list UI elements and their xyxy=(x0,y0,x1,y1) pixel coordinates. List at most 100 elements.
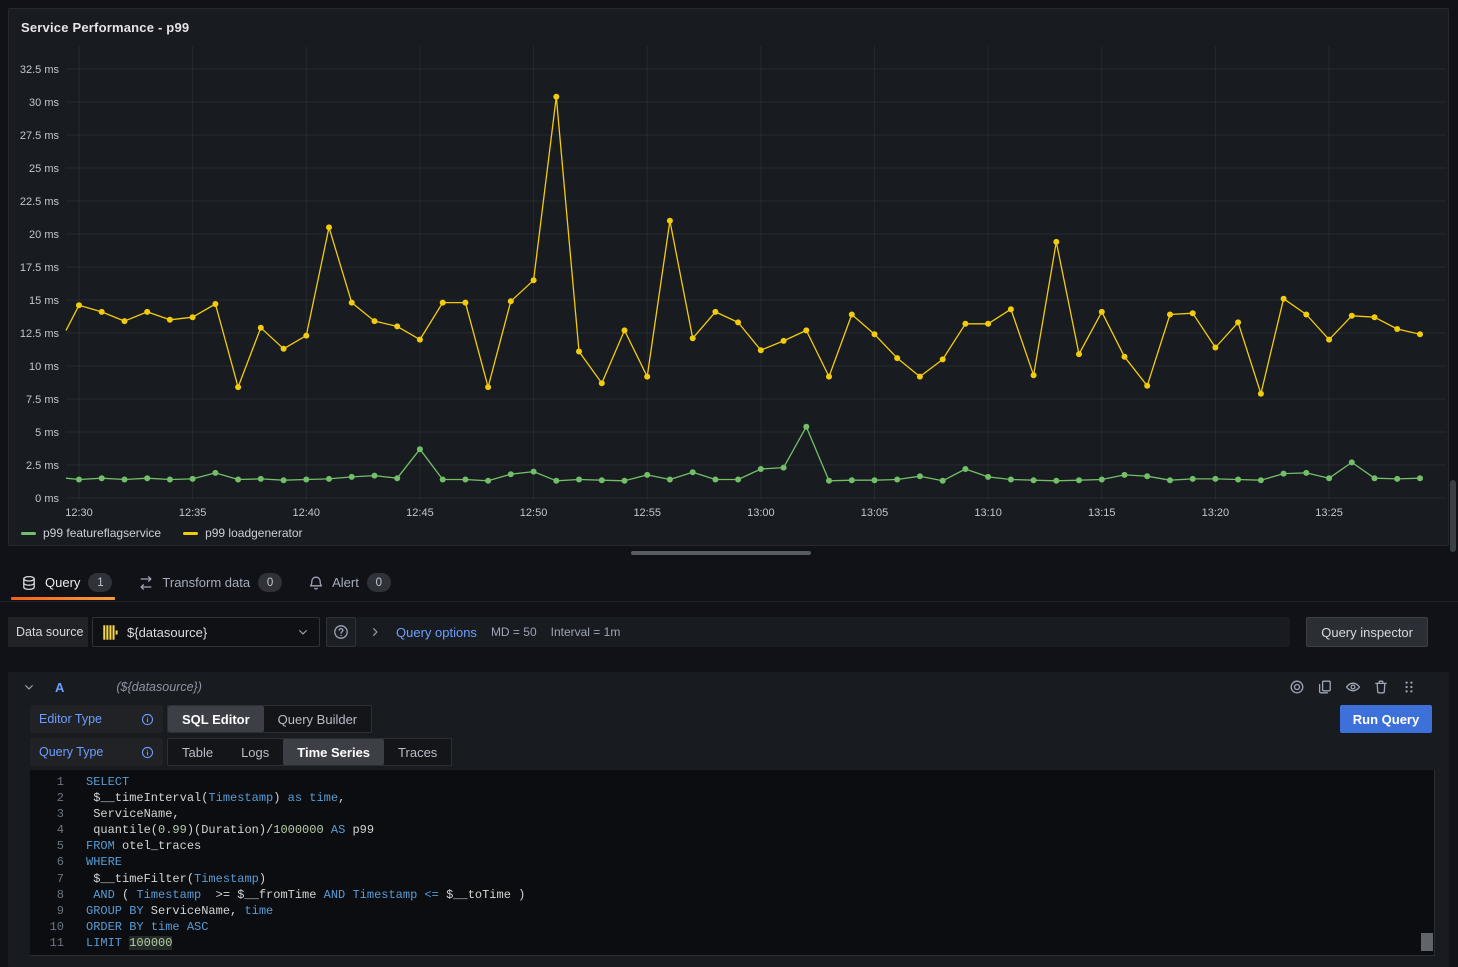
query-type-option-time-series[interactable]: Time Series xyxy=(283,739,384,765)
datasource-help-button[interactable] xyxy=(326,617,356,647)
line-number: 2 xyxy=(30,790,64,806)
query-type-option-traces[interactable]: Traces xyxy=(384,739,451,765)
trash-icon[interactable] xyxy=(1373,679,1389,695)
datasource-picker[interactable]: ${datasource} xyxy=(92,617,320,647)
query-type-chip: Query Type xyxy=(30,738,163,766)
legend-item-p99-featureflagservice[interactable]: p99 featureflagservice xyxy=(21,526,161,540)
tab-transform-data[interactable]: Transform data 0 xyxy=(125,564,295,601)
sql-line: 3 ServiceName, xyxy=(30,806,1434,822)
legend-item-p99-loadgenerator[interactable]: p99 loadgenerator xyxy=(183,526,302,540)
query-options-md: MD = 50 xyxy=(491,625,537,639)
datasource-toolbar: Data source ${datasource} Query options … xyxy=(8,617,1450,647)
legend-series-swatch xyxy=(183,532,198,535)
tab-bar-divider xyxy=(0,601,1458,602)
query-actions xyxy=(1289,679,1417,695)
svg-text:12.5 ms: 12.5 ms xyxy=(20,328,60,340)
svg-text:30 ms: 30 ms xyxy=(29,97,59,109)
svg-text:13:05: 13:05 xyxy=(861,507,889,519)
svg-text:0 ms: 0 ms xyxy=(35,493,59,505)
info-circle-icon[interactable] xyxy=(141,713,154,726)
svg-text:12:45: 12:45 xyxy=(406,507,434,519)
svg-text:27.5 ms: 27.5 ms xyxy=(20,130,60,142)
sql-code-editor[interactable]: 1SELECT2 $__timeInterval(Timestamp) as t… xyxy=(30,770,1435,956)
help-circle-icon xyxy=(333,624,349,640)
query-type-option-logs[interactable]: Logs xyxy=(227,739,283,765)
svg-text:13:10: 13:10 xyxy=(974,507,1002,519)
database-icon xyxy=(21,575,37,591)
editor-type-label: Editor Type xyxy=(39,712,102,726)
svg-text:25 ms: 25 ms xyxy=(29,163,59,175)
collapse-chevron-down-icon[interactable] xyxy=(22,680,36,694)
query-options-interval: Interval = 1m xyxy=(551,625,621,639)
line-number: 5 xyxy=(30,838,64,854)
svg-text:32.5 ms: 32.5 ms xyxy=(20,64,60,76)
clickhouse-datasource-icon xyxy=(102,624,119,641)
svg-text:13:15: 13:15 xyxy=(1088,507,1116,519)
sql-line: 8 AND ( Timestamp >= $__fromTime AND Tim… xyxy=(30,887,1434,903)
svg-text:5 ms: 5 ms xyxy=(35,427,59,439)
svg-text:22.5 ms: 22.5 ms xyxy=(20,196,60,208)
line-number: 11 xyxy=(30,935,64,951)
legend-series-swatch xyxy=(21,532,36,535)
svg-text:12:55: 12:55 xyxy=(633,507,661,519)
tab-count-badge: 0 xyxy=(258,573,282,592)
pane-resize-handle[interactable] xyxy=(631,551,811,555)
copy-icon[interactable] xyxy=(1317,679,1333,695)
line-number: 4 xyxy=(30,822,64,838)
tab-label: Transform data xyxy=(162,575,250,590)
editor-type-option-sql-editor[interactable]: SQL Editor xyxy=(168,706,264,732)
query-editor-card: A (${datasource}) Editor Type SQL Editor… xyxy=(8,672,1449,967)
query-options-label: Query options xyxy=(396,625,477,640)
sql-line: 5FROM otel_traces xyxy=(30,838,1434,854)
svg-text:17.5 ms: 17.5 ms xyxy=(20,262,60,274)
sql-line: 9GROUP BY ServiceName, time xyxy=(30,903,1434,919)
datasource-label: Data source xyxy=(8,617,88,647)
sql-line: 1SELECT xyxy=(30,774,1434,790)
eye-icon[interactable] xyxy=(1345,679,1361,695)
timeseries-chart[interactable]: 0 ms2.5 ms5 ms7.5 ms10 ms12.5 ms15 ms17.… xyxy=(9,9,1448,547)
editor-type-chip: Editor Type xyxy=(30,705,163,733)
line-number: 7 xyxy=(30,871,64,887)
svg-text:10 ms: 10 ms xyxy=(29,361,59,373)
tab-label: Alert xyxy=(332,575,359,590)
svg-text:12:40: 12:40 xyxy=(293,507,321,519)
sql-line: 7 $__timeFilter(Timestamp) xyxy=(30,871,1434,887)
svg-text:12:50: 12:50 xyxy=(520,507,548,519)
page-scrollbar-thumb[interactable] xyxy=(1450,480,1456,552)
chart-legend: p99 featureflagservice p99 loadgenerator xyxy=(21,526,303,540)
run-query-button[interactable]: Run Query xyxy=(1340,705,1432,733)
query-type-option-table[interactable]: Table xyxy=(168,739,227,765)
editor-type-group: SQL EditorQuery Builder xyxy=(167,705,372,733)
query-type-group: TableLogsTime SeriesTraces xyxy=(167,738,452,766)
legend-series-label: p99 featureflagservice xyxy=(43,526,161,540)
query-options-toggle[interactable]: Query options MD = 50 Interval = 1m xyxy=(356,617,1290,647)
sql-line: 10ORDER BY time ASC xyxy=(30,919,1434,935)
line-number: 9 xyxy=(30,903,64,919)
record-icon[interactable] xyxy=(1289,679,1305,695)
line-number: 10 xyxy=(30,919,64,935)
drag-handle-icon[interactable] xyxy=(1401,679,1417,695)
tab-query[interactable]: Query1 xyxy=(8,564,125,601)
editor-scrollbar-thumb[interactable] xyxy=(1421,933,1433,951)
query-inspector-button[interactable]: Query inspector xyxy=(1306,617,1428,647)
svg-text:12:30: 12:30 xyxy=(65,507,93,519)
chevron-down-icon xyxy=(296,625,310,639)
editor-type-option-query-builder[interactable]: Query Builder xyxy=(264,706,371,732)
line-number: 8 xyxy=(30,887,64,903)
info-circle-icon[interactable] xyxy=(141,746,154,759)
query-type-row: Query Type TableLogsTime SeriesTraces xyxy=(30,738,452,766)
tab-alert[interactable]: Alert0 xyxy=(295,564,404,601)
legend-series-label: p99 loadgenerator xyxy=(205,526,302,540)
query-type-label: Query Type xyxy=(39,745,103,759)
svg-text:13:25: 13:25 xyxy=(1315,507,1343,519)
query-row-header[interactable]: A (${datasource}) xyxy=(8,672,1449,702)
line-number: 1 xyxy=(30,774,64,790)
svg-text:20 ms: 20 ms xyxy=(29,229,59,241)
line-number: 3 xyxy=(30,806,64,822)
sql-line: 4 quantile(0.99)(Duration)/1000000 AS p9… xyxy=(30,822,1434,838)
tab-count-badge: 1 xyxy=(88,573,112,592)
datasource-value: ${datasource} xyxy=(127,625,288,640)
svg-text:13:20: 13:20 xyxy=(1202,507,1230,519)
bell-icon xyxy=(308,575,324,591)
svg-text:7.5 ms: 7.5 ms xyxy=(26,394,60,406)
